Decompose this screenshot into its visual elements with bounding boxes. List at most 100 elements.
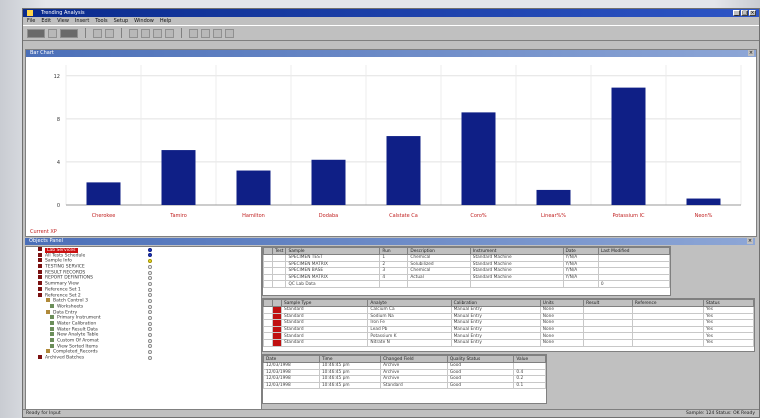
y-tick-label: 12 [54, 74, 60, 80]
column-header[interactable]: Changed Field [380, 355, 448, 363]
menu-setup[interactable]: Setup [114, 17, 129, 25]
table-cell [513, 362, 546, 370]
column-header[interactable] [263, 247, 273, 255]
table-cell: None [539, 325, 585, 334]
column-header[interactable] [263, 299, 273, 307]
column-header[interactable]: Units [539, 299, 585, 307]
table-row[interactable]: Standard Calcium Ca Manual Entry None Yes [263, 306, 754, 314]
table-row[interactable]: Standard Sodium Na Manual Entry None Yes [263, 312, 754, 321]
zoom-icon[interactable] [189, 28, 198, 38]
column-header[interactable]: Date [263, 355, 320, 363]
status-indicator [148, 293, 152, 298]
table-cell [631, 338, 705, 347]
new-icon[interactable] [27, 28, 45, 38]
sort-icon[interactable] [165, 28, 174, 38]
table-cell [271, 267, 287, 275]
column-header[interactable]: Sample [285, 247, 381, 255]
table-row[interactable]: Standard Nitrate N Manual Entry None Yes [263, 338, 754, 347]
table-row[interactable]: 12/03/1998 10:46:45 pm Archive Good 0.4 [263, 368, 546, 377]
table-row[interactable]: Standard Lead Pb Manual Entry None Yes [263, 325, 754, 334]
y-tick-label: 4 [57, 160, 60, 166]
database-icon [38, 355, 42, 360]
analyte-grid[interactable]: Sample Type Analyte Calibration Units Result… [262, 298, 755, 352]
toolbar-separator [121, 28, 122, 38]
table-cell: 12/03/1998 [263, 362, 320, 370]
table-icon[interactable] [141, 28, 150, 38]
column-header[interactable]: Last Modified [597, 247, 670, 255]
database-icon [38, 286, 42, 291]
column-header[interactable]: Description [407, 247, 471, 255]
column-header[interactable]: Reference [631, 299, 705, 307]
export-icon[interactable] [213, 28, 222, 38]
table-cell: Standard Machine [469, 254, 564, 262]
status-indicator [148, 316, 152, 321]
preview-icon[interactable] [105, 28, 114, 38]
table-row[interactable]: 12/03/1998 10:46:45 pm Standard Good 0.1 [263, 381, 546, 390]
column-header[interactable]: Time [318, 355, 382, 363]
bar [311, 159, 346, 205]
table-row[interactable]: QC Lab Data 0 [263, 280, 670, 288]
close-icon[interactable]: × [749, 10, 756, 16]
menu-insert[interactable]: Insert [75, 17, 89, 25]
status-indicator [148, 310, 152, 315]
menu-window[interactable]: Window [134, 17, 154, 25]
column-header[interactable]: Result [583, 299, 633, 307]
test-grid[interactable]: Test Sample Run Description Instrument Date La… [262, 246, 671, 296]
minimize-icon[interactable]: _ [733, 10, 740, 16]
column-header[interactable]: Value [513, 355, 546, 363]
folder-icon [46, 309, 50, 314]
table-cell [263, 312, 273, 321]
window-title: Trending Analysis [41, 10, 85, 16]
save-icon[interactable] [60, 28, 78, 38]
table-cell [583, 306, 633, 314]
table-cell: Archive [380, 368, 448, 377]
refresh-icon[interactable] [201, 28, 210, 38]
tree-item[interactable]: Archived Batches [26, 355, 261, 361]
history-grid[interactable]: Date Time Changed Field Quality Status Value… [262, 354, 547, 404]
column-header[interactable]: Status [703, 299, 754, 307]
column-header[interactable]: Quality Status [446, 355, 515, 363]
status-indicator [148, 355, 152, 360]
open-icon[interactable] [48, 28, 57, 38]
table-row[interactable]: Standard Potassium K Manual Entry None Yes [263, 332, 754, 340]
column-header[interactable]: Instrument [469, 247, 564, 255]
bar [161, 150, 196, 205]
database-icon [38, 258, 42, 263]
menu-bar: File Edit View Insert Tools Setup Window… [23, 17, 759, 25]
close-icon[interactable]: × [748, 50, 754, 56]
object-tree[interactable]: Lab Services All Tests Schedule Sample Inf… [25, 246, 262, 410]
maximize-icon[interactable]: □ [741, 10, 748, 16]
table-cell: SPECIMEN BASE [285, 267, 381, 275]
table-row[interactable]: 12/03/1998 10:46:45 pm Archive Good 0.2 [263, 375, 546, 383]
menu-view[interactable]: View [57, 17, 69, 25]
table-cell [263, 260, 273, 269]
menu-help[interactable]: Help [160, 17, 171, 25]
column-header[interactable]: Calibration [450, 299, 541, 307]
menu-edit[interactable]: Edit [41, 17, 51, 25]
column-header[interactable]: Analyte [367, 299, 452, 307]
application-window: Trending Analysis _ □ × File Edit View I… [22, 8, 760, 418]
table-row[interactable]: 12/03/1998 10:46:45 pm Archive Good [263, 362, 546, 370]
window-titlebar[interactable]: Trending Analysis _ □ × [23, 9, 759, 17]
table-row[interactable]: SPECIMEN MATRIX 4 Actual Standard Machine Y/… [263, 273, 670, 282]
help-icon[interactable] [225, 28, 234, 38]
column-header[interactable]: Date [562, 247, 599, 255]
column-header[interactable]: Test [271, 247, 287, 255]
filter-icon[interactable] [153, 28, 162, 38]
chart-icon[interactable] [129, 28, 138, 38]
menu-file[interactable]: File [27, 17, 35, 25]
document-icon [50, 343, 54, 348]
column-header[interactable] [272, 299, 282, 307]
menu-tools[interactable]: Tools [95, 17, 107, 25]
column-header[interactable]: Run [379, 247, 409, 255]
print-icon[interactable] [93, 28, 102, 38]
close-icon[interactable]: × [747, 238, 753, 244]
bar [236, 170, 271, 205]
table-cell [583, 319, 633, 327]
column-header[interactable]: Sample Type [280, 299, 369, 307]
table-row[interactable]: Standard Iron Fe Manual Entry None Yes [263, 319, 754, 327]
table-row[interactable]: SPECIMEN BASE 3 Chemical Standard Machine Y/… [263, 267, 670, 275]
table-row[interactable]: SPECIMEN MATRIX 2 Solubilized Standard Mach… [263, 260, 670, 269]
table-cell: Y/N/A [562, 254, 599, 262]
table-row[interactable]: SPECIMEN TEST 1 Chemical Standard Machine Y/… [263, 254, 670, 262]
